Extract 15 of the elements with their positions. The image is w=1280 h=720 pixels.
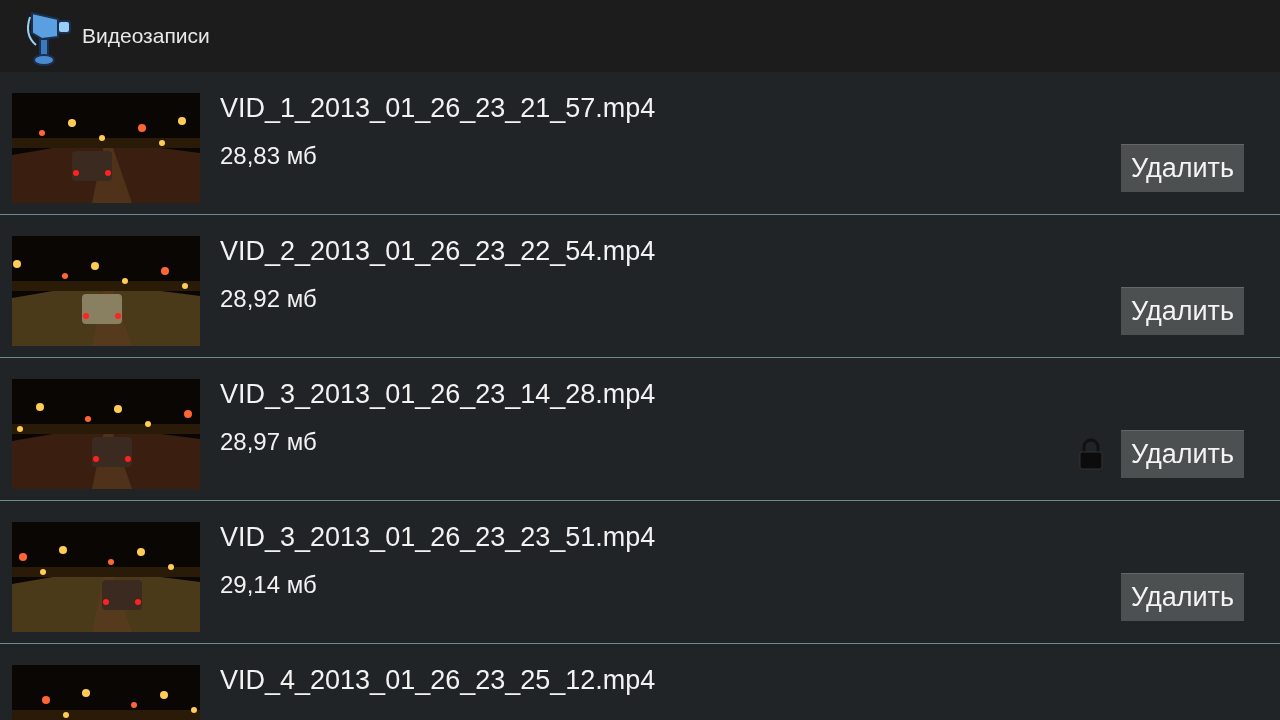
- file-size: 28,97 мб: [220, 428, 318, 456]
- file-size: 28,83 мб: [220, 142, 318, 170]
- app-title: Видеозаписи: [82, 24, 210, 48]
- file-size: 29,14 мб: [220, 571, 318, 599]
- file-size: 28,92 мб: [220, 285, 318, 313]
- file-name: VID_1_2013_01_26_23_21_57.mp4: [220, 93, 657, 124]
- file-name: VID_4_2013_01_26_23_25_12.mp4: [220, 665, 657, 696]
- lock-icon: [1078, 438, 1103, 470]
- file-name: VID_3_2013_01_26_23_14_28.mp4: [220, 379, 657, 410]
- file-name: VID_3_2013_01_26_23_23_51.mp4: [220, 522, 657, 553]
- file-name: VID_2_2013_01_26_23_22_54.mp4: [220, 236, 657, 267]
- delete-button[interactable]: Удалить: [1120, 430, 1244, 478]
- delete-button[interactable]: Удалить: [1120, 144, 1244, 192]
- delete-button[interactable]: Удалить: [1120, 287, 1244, 335]
- delete-button[interactable]: Удалить: [1120, 573, 1244, 621]
